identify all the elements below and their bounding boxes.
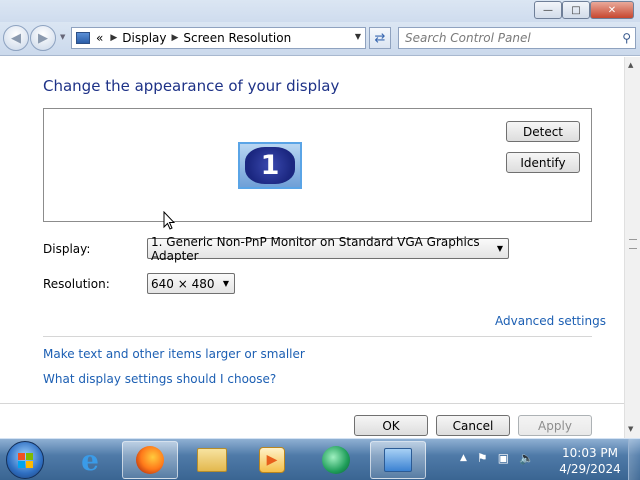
taskbar: e ▶ ▲ ⚑ ▣ 🔈 10:03 PM 4/29/2024	[0, 438, 640, 480]
display-select-value: 1. Generic Non-PnP Monitor on Standard V…	[151, 234, 480, 263]
divider	[43, 336, 592, 337]
monitor-number: 1	[245, 147, 295, 184]
clock-time: 10:03 PM	[562, 446, 618, 460]
media-player-taskbar-button[interactable]: ▶	[244, 441, 300, 479]
breadcrumb-separator-icon[interactable]: ▶	[172, 33, 179, 43]
media-player-icon: ▶	[259, 447, 285, 473]
window-controls: — □ ✕	[534, 1, 634, 19]
resolution-select[interactable]: 640 × 480 ▼	[147, 273, 235, 294]
firefox-taskbar-button[interactable]	[122, 441, 178, 479]
media-center-icon	[322, 446, 350, 474]
refresh-icon: ⇄	[374, 30, 386, 46]
minimize-icon: —	[543, 4, 553, 16]
maximize-button[interactable]: □	[562, 1, 590, 19]
action-center-flag-icon[interactable]: ⚑	[477, 451, 488, 465]
recent-pages-dropdown[interactable]: ▼	[60, 33, 65, 41]
chevron-down-icon: ▼	[496, 244, 503, 253]
address-bar[interactable]: « ▶ Display ▶ Screen Resolution ▼	[71, 27, 366, 49]
start-button[interactable]	[6, 441, 44, 479]
address-dropdown-icon[interactable]: ▼	[355, 32, 361, 41]
system-tray: ▲ ⚑ ▣ 🔈	[460, 451, 534, 465]
minimize-button[interactable]: —	[534, 1, 562, 19]
mouse-cursor-icon	[163, 210, 176, 231]
resolution-label: Resolution:	[43, 277, 110, 291]
firefox-icon	[136, 446, 164, 474]
control-panel-icon	[384, 448, 412, 472]
scroll-up-icon[interactable]: ▲	[628, 61, 633, 69]
internet-explorer-taskbar-button[interactable]: e	[62, 441, 118, 479]
vertical-scrollbar[interactable]: ▲ ▼	[624, 57, 640, 438]
content-pane: Change the appearance of your display 1 …	[0, 57, 624, 438]
resolution-select-value: 640 × 480	[151, 276, 215, 291]
detect-button[interactable]: Detect	[506, 121, 580, 142]
volume-muted-icon[interactable]: 🔈	[519, 451, 534, 465]
search-input[interactable]	[399, 28, 604, 48]
apply-button[interactable]: Apply	[518, 415, 592, 436]
show-hidden-icons-icon[interactable]: ▲	[460, 453, 467, 465]
text-size-link[interactable]: Make text and other items larger or smal…	[43, 347, 305, 361]
monitor-1-icon[interactable]: 1	[238, 142, 302, 189]
control-panel-taskbar-button[interactable]	[370, 441, 426, 479]
breadcrumb-screen-resolution[interactable]: Screen Resolution	[183, 31, 291, 45]
breadcrumb-display[interactable]: Display	[122, 31, 166, 45]
page-title: Change the appearance of your display	[43, 77, 340, 95]
cancel-button[interactable]: Cancel	[436, 415, 510, 436]
identify-button[interactable]: Identify	[506, 152, 580, 173]
close-icon: ✕	[607, 4, 617, 16]
breadcrumb-separator-icon[interactable]: ▶	[110, 33, 117, 43]
navigation-bar: ◀ ▶ ▼ « ▶ Display ▶ Screen Resolution ▼ …	[0, 22, 640, 56]
show-desktop-button[interactable]	[628, 439, 640, 480]
control-panel-location-icon	[76, 32, 90, 44]
search-box[interactable]: ⚲	[398, 27, 636, 49]
scroll-down-icon[interactable]: ▼	[628, 425, 633, 433]
display-label: Display:	[43, 242, 91, 256]
refresh-button[interactable]: ⇄	[369, 27, 391, 49]
display-select[interactable]: 1. Generic Non-PnP Monitor on Standard V…	[147, 235, 509, 263]
back-button[interactable]: ◀	[3, 25, 29, 51]
ok-button[interactable]: OK	[354, 415, 428, 436]
internet-explorer-icon: e	[81, 443, 99, 477]
chevron-down-icon: ▼	[222, 279, 229, 288]
title-bar: — □ ✕	[0, 0, 640, 22]
forward-arrow-icon: ▶	[38, 30, 48, 46]
close-button[interactable]: ✕	[590, 1, 634, 19]
scroll-thumb[interactable]	[629, 239, 637, 249]
windows-logo-icon	[18, 453, 34, 469]
clock-date: 4/29/2024	[559, 462, 621, 476]
forward-button[interactable]: ▶	[30, 25, 56, 51]
footer-divider	[0, 403, 624, 404]
search-icon[interactable]: ⚲	[622, 31, 631, 45]
maximize-icon: □	[571, 4, 581, 16]
display-settings-help-link[interactable]: What display settings should I choose?	[43, 372, 276, 386]
breadcrumb-overflow[interactable]: «	[96, 31, 103, 45]
windows-explorer-taskbar-button[interactable]	[184, 441, 240, 479]
advanced-settings-link[interactable]: Advanced settings	[495, 314, 606, 328]
windows-explorer-icon	[197, 448, 227, 472]
media-center-taskbar-button[interactable]	[308, 441, 364, 479]
monitor-arrangement-panel: 1 Detect Identify	[43, 108, 592, 222]
clock[interactable]: 10:03 PM 4/29/2024	[556, 445, 624, 477]
back-arrow-icon: ◀	[11, 30, 21, 46]
network-icon[interactable]: ▣	[498, 451, 509, 465]
